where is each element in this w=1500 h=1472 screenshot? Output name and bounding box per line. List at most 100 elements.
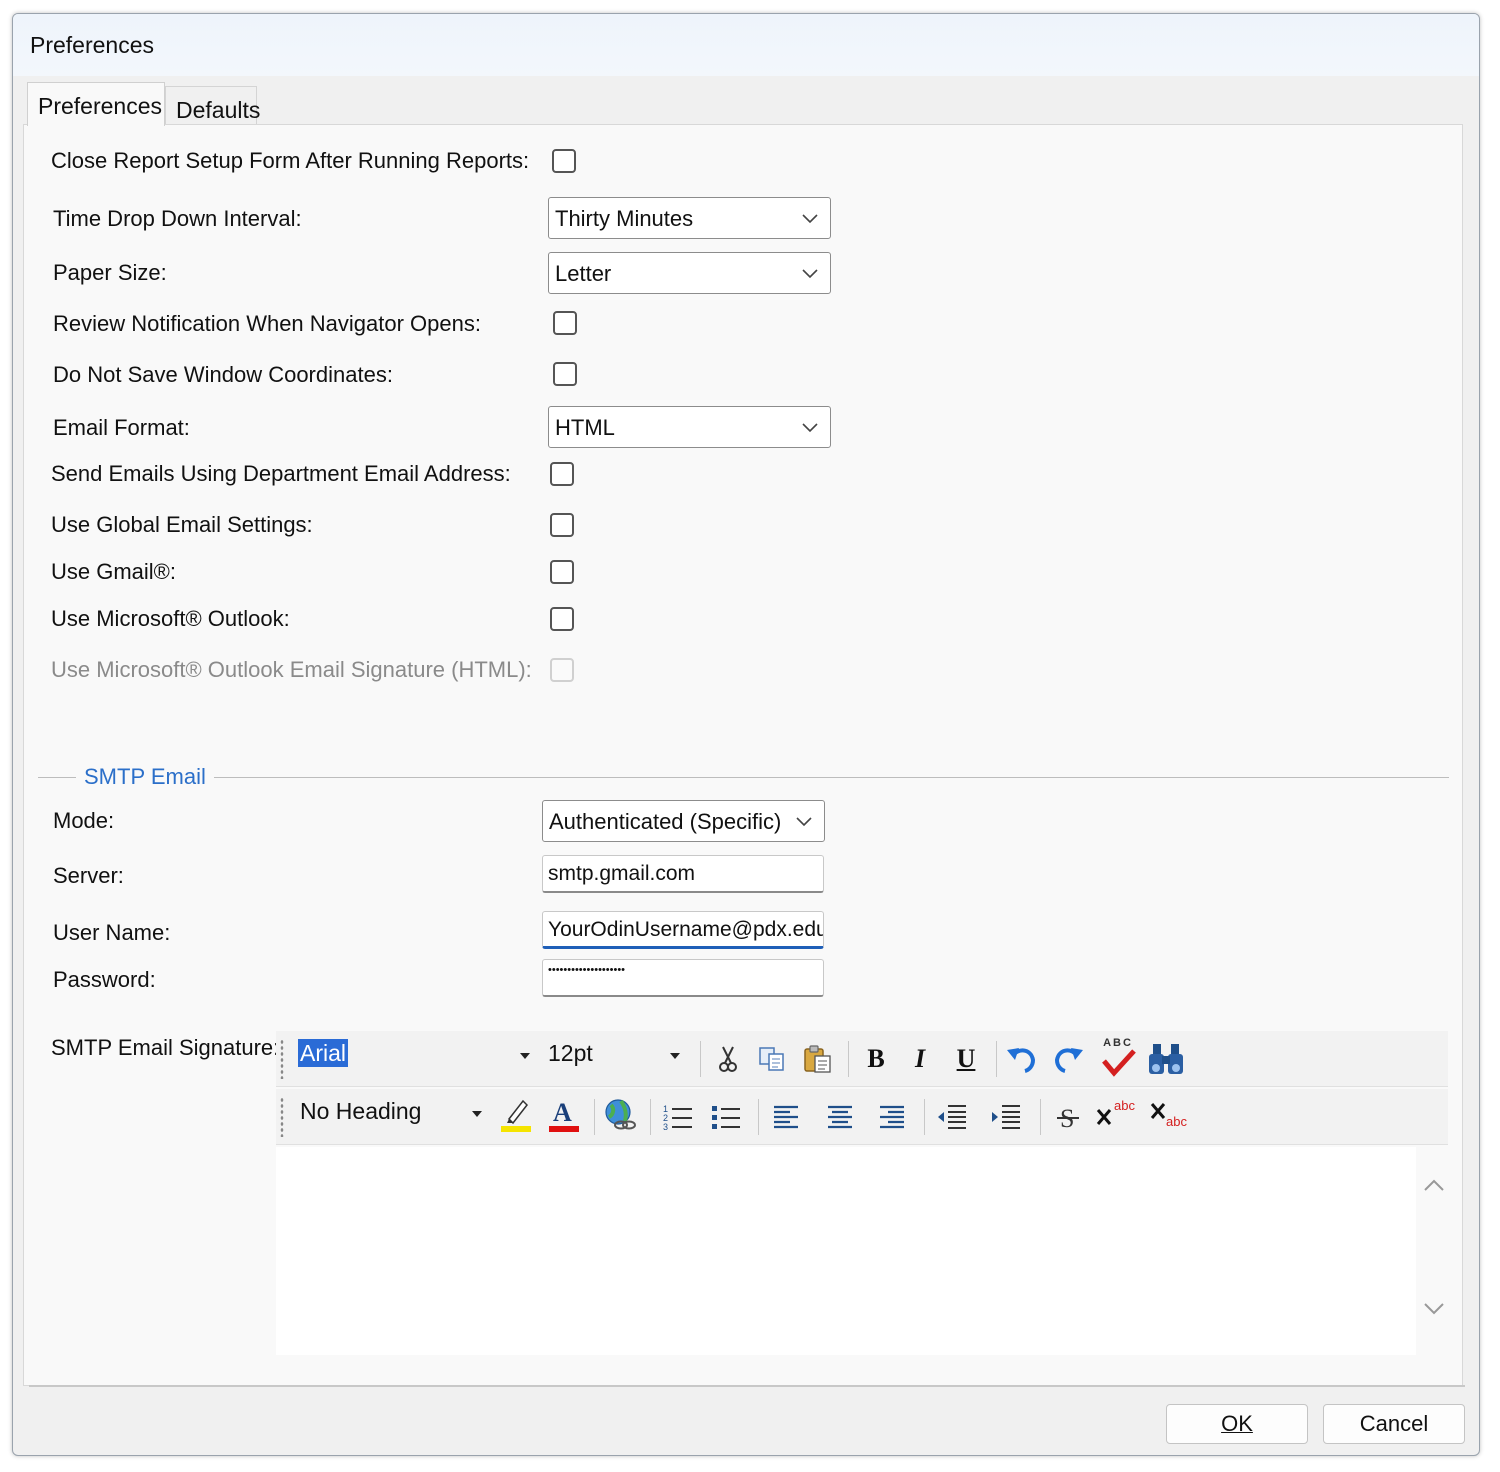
svg-text:A: A: [553, 1098, 572, 1127]
font-select[interactable]: Arial: [298, 1031, 534, 1075]
review-notification-checkbox[interactable]: [553, 311, 577, 335]
dept-email-checkbox[interactable]: [550, 462, 574, 486]
toolbar-separator: [996, 1041, 997, 1077]
align-left-button[interactable]: [768, 1099, 804, 1135]
toolbar-grip[interactable]: [280, 1039, 284, 1079]
password-input[interactable]: ••••••••••••••••••••: [542, 959, 824, 997]
insert-link-button[interactable]: [602, 1097, 638, 1133]
toolbar-separator: [848, 1041, 849, 1077]
spellcheck-label: ABC: [1103, 1037, 1133, 1049]
highlighter-icon: [501, 1099, 531, 1132]
toolbar-separator: [650, 1099, 651, 1135]
heading-select[interactable]: No Heading: [300, 1089, 490, 1133]
undo-button[interactable]: [1004, 1041, 1040, 1077]
global-email-label: Use Global Email Settings:: [51, 512, 313, 537]
outlook-checkbox[interactable]: [550, 607, 574, 631]
copy-button[interactable]: [754, 1041, 790, 1077]
bullet-list-button[interactable]: [708, 1099, 744, 1135]
subscript-button[interactable]: abc: [1148, 1097, 1192, 1133]
window-title: Preferences: [30, 32, 155, 58]
username-label: User Name:: [53, 920, 171, 945]
preferences-panel: Close Report Setup Form After Running Re…: [23, 124, 1463, 1386]
time-interval-select[interactable]: Thirty Minutes: [548, 197, 831, 239]
align-center-button[interactable]: [822, 1099, 858, 1135]
tab-preferences[interactable]: Preferences: [27, 82, 165, 126]
outdent-button[interactable]: [934, 1099, 970, 1135]
spellcheck-button[interactable]: ABC: [1098, 1035, 1138, 1079]
email-format-label: Email Format:: [53, 415, 190, 440]
ok-button[interactable]: OK: [1166, 1404, 1308, 1444]
title-bar: Preferences: [13, 14, 1479, 76]
toolbar-grip[interactable]: [280, 1097, 284, 1137]
preferences-dialog: Preferences Preferences Defaults Close R…: [12, 13, 1480, 1456]
cancel-button[interactable]: Cancel: [1323, 1404, 1465, 1444]
tab-defaults[interactable]: Defaults: [165, 86, 260, 126]
svg-text:3: 3: [663, 1122, 668, 1132]
align-left-icon: [774, 1105, 798, 1129]
dropdown-arrow-icon: [670, 1053, 680, 1059]
highlight-button[interactable]: [498, 1097, 534, 1133]
chevron-down-icon: [796, 817, 812, 827]
toolbar-separator: [700, 1041, 701, 1077]
redo-icon: [1054, 1048, 1083, 1073]
ok-label: OK: [1221, 1411, 1253, 1436]
gmail-label: Use Gmail®:: [51, 559, 177, 584]
bold-button[interactable]: B: [858, 1041, 894, 1077]
align-right-button[interactable]: [874, 1099, 910, 1135]
undo-icon: [1007, 1048, 1036, 1073]
username-input[interactable]: YourOdinUsername@pdx.edu: [542, 911, 824, 949]
toolbar-separator: [1040, 1099, 1041, 1135]
paste-button[interactable]: [800, 1041, 836, 1077]
superscript-button[interactable]: abc: [1094, 1095, 1138, 1131]
paste-icon: [804, 1045, 831, 1073]
numbered-list-button[interactable]: 123: [660, 1099, 696, 1135]
redo-button[interactable]: [1050, 1041, 1086, 1077]
superscript-icon: abc: [1096, 1098, 1135, 1125]
scroll-down-icon[interactable]: [1422, 1301, 1446, 1317]
italic-button[interactable]: I: [902, 1041, 938, 1077]
indent-icon: [992, 1105, 1020, 1129]
scroll-up-icon[interactable]: [1422, 1177, 1446, 1193]
email-format-value: HTML: [555, 415, 615, 440]
svg-text:abc: abc: [1114, 1098, 1135, 1113]
email-format-select[interactable]: HTML: [548, 406, 831, 448]
paper-size-select[interactable]: Letter: [548, 252, 831, 294]
mode-value: Authenticated (Specific): [549, 809, 782, 834]
checkmark-icon: [1102, 1049, 1136, 1077]
gmail-checkbox[interactable]: [550, 560, 574, 584]
cut-button[interactable]: [710, 1041, 746, 1077]
underline-button[interactable]: U: [948, 1041, 984, 1077]
scissors-icon: [719, 1046, 737, 1072]
toolbar-separator: [758, 1099, 759, 1135]
align-right-icon: [880, 1105, 904, 1129]
dept-email-label: Send Emails Using Department Email Addre…: [51, 461, 511, 486]
global-email-checkbox[interactable]: [550, 513, 574, 537]
numbered-list-icon: 123: [663, 1104, 692, 1132]
smtp-group-title: SMTP Email: [76, 764, 214, 790]
no-save-coords-checkbox[interactable]: [553, 362, 577, 386]
server-input[interactable]: smtp.gmail.com: [542, 855, 824, 893]
server-label: Server:: [53, 863, 124, 888]
signature-editor[interactable]: [276, 1147, 1444, 1355]
outlook-label: Use Microsoft® Outlook:: [51, 606, 290, 631]
smtp-group-divider: [38, 777, 1449, 778]
binoculars-icon: [1149, 1044, 1183, 1074]
subscript-icon: abc: [1150, 1103, 1187, 1129]
mode-label: Mode:: [53, 808, 115, 833]
bullet-list-icon: [712, 1106, 740, 1129]
find-button[interactable]: [1146, 1039, 1186, 1079]
signature-label: SMTP Email Signature:: [51, 1035, 280, 1060]
chevron-down-icon: [802, 423, 818, 433]
svg-text:abc: abc: [1166, 1114, 1187, 1129]
footer-divider: [29, 1385, 1465, 1387]
close-report-checkbox[interactable]: [552, 149, 576, 173]
password-label: Password:: [53, 967, 156, 992]
mode-select[interactable]: Authenticated (Specific): [542, 800, 825, 842]
indent-button[interactable]: [988, 1099, 1024, 1135]
time-interval-label: Time Drop Down Interval:: [53, 206, 302, 231]
dropdown-arrow-icon: [472, 1111, 482, 1117]
strikethrough-button[interactable]: S: [1050, 1099, 1086, 1135]
font-color-button[interactable]: A: [546, 1097, 582, 1133]
font-size-select[interactable]: 12pt: [548, 1031, 688, 1075]
font-size-value: 12pt: [548, 1040, 593, 1066]
